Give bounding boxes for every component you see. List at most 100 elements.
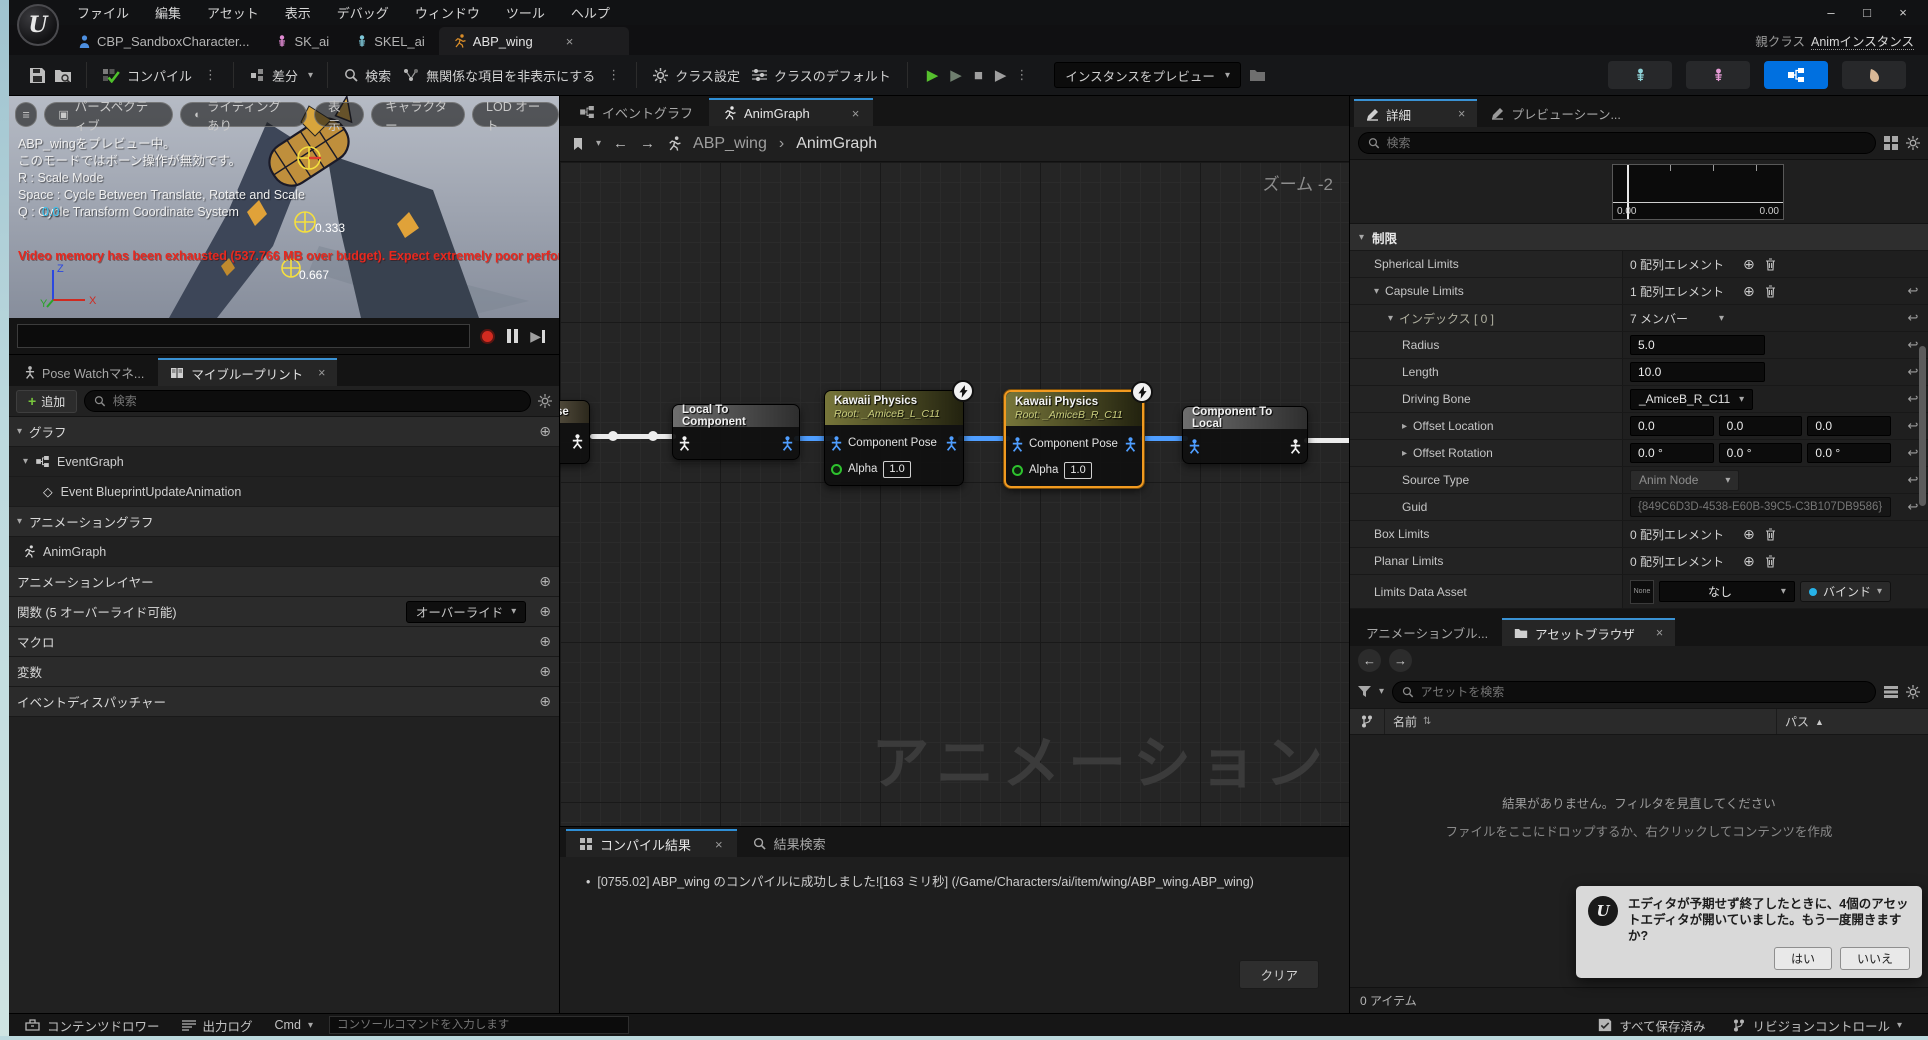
collapse-icon[interactable]: ▾ <box>23 456 28 467</box>
pose-pin-out-local[interactable] <box>1290 439 1301 454</box>
no-button[interactable]: いいえ <box>1840 947 1910 970</box>
collapse-icon[interactable]: ▾ <box>1359 232 1364 243</box>
close-tab-icon[interactable]: × <box>1458 107 1465 121</box>
chevron-down-icon[interactable]: ▾ <box>1719 313 1724 324</box>
add-element-icon[interactable]: ⊕ <box>1743 283 1755 300</box>
trash-icon[interactable] <box>1765 258 1776 271</box>
record-button[interactable] <box>480 329 495 344</box>
pose-pin-in-local[interactable] <box>679 436 690 451</box>
menu-help[interactable]: ヘルプ <box>559 0 622 25</box>
add-element-icon[interactable]: ⊕ <box>1743 256 1755 273</box>
compile-button[interactable]: コンパイル <box>101 62 194 89</box>
output-log-button[interactable]: 出力ログ <box>176 1016 259 1035</box>
offset-rotation-pitch[interactable] <box>1719 443 1803 463</box>
class-settings-button[interactable]: クラス設定 <box>651 62 742 89</box>
forward-button[interactable]: → <box>1389 649 1412 672</box>
expand-icon[interactable]: ▸ <box>1402 448 1407 459</box>
length-input[interactable] <box>1630 362 1765 382</box>
bookmark-caret-icon[interactable]: ▾ <box>596 138 601 149</box>
revert-icon[interactable]: ↩ <box>1898 283 1928 299</box>
tab-eventgraph[interactable]: イベントグラフ <box>566 98 707 126</box>
tab-abp-wing[interactable]: ABP_wing × <box>439 27 629 55</box>
pose-pin-in-component[interactable] <box>831 436 842 451</box>
my-blueprint-search[interactable] <box>84 390 531 412</box>
parent-class-link[interactable]: Animインスタンス <box>1811 35 1914 50</box>
tab-pose-watch-manager[interactable]: Pose Watchマネ... <box>13 358 156 386</box>
offset-location-y[interactable] <box>1719 416 1803 436</box>
offset-rotation-yaw[interactable] <box>1807 443 1891 463</box>
add-function-icon[interactable]: ⊕ <box>539 603 551 620</box>
pose-pin-out-component[interactable] <box>782 436 793 451</box>
browse-to-asset-icon[interactable] <box>54 68 72 83</box>
diff-caret-icon[interactable]: ▾ <box>308 70 313 81</box>
trash-icon[interactable] <box>1765 528 1776 541</box>
alpha-pin[interactable] <box>1012 465 1023 476</box>
tab-animgraph[interactable]: AnimGraph × <box>709 98 873 126</box>
limits-data-asset-dropdown[interactable]: なし ▾ <box>1659 581 1795 602</box>
node-local-to-component[interactable]: Local To Component <box>672 404 800 460</box>
pose-pin-in-component[interactable] <box>1189 439 1200 454</box>
step-forward-button[interactable]: ▶ <box>530 328 545 345</box>
forward-icon[interactable]: → <box>640 135 655 152</box>
minimize-button[interactable]: – <box>1814 5 1848 20</box>
clear-button[interactable]: クリア <box>1239 960 1319 989</box>
mesh-editor-button[interactable] <box>1686 61 1750 89</box>
browse-preview-icon[interactable] <box>1249 68 1266 82</box>
section-animation-graphs[interactable]: ▾ アニメーショングラフ <box>9 507 559 537</box>
bookmark-icon[interactable] <box>572 137 584 151</box>
node-kawaii-physics-right-selected[interactable]: Kawaii Physics Root: _AmiceB_R_C11 Compo… <box>1004 390 1144 488</box>
offset-location-x[interactable] <box>1630 416 1714 436</box>
preview-instance-dropdown[interactable]: インスタンスをプレビュー ▾ <box>1054 62 1241 88</box>
log-line[interactable]: [0755.02] ABP_wing のコンパイルに成功しました![163 ミリ… <box>597 875 1253 889</box>
clipped-node[interactable]: se <box>560 400 590 464</box>
viewport-menu-button[interactable]: ≡ <box>15 102 37 127</box>
back-button[interactable]: ← <box>1358 649 1381 672</box>
settings-gear-icon[interactable] <box>1906 136 1920 150</box>
collapse-icon[interactable]: ▾ <box>1388 313 1393 324</box>
driving-bone-dropdown[interactable]: _AmiceB_R_C11 ▾ <box>1630 389 1753 410</box>
close-tab-icon[interactable]: × <box>715 837 723 852</box>
asset-search[interactable] <box>1392 681 1876 703</box>
section-variables[interactable]: 変数 ⊕ <box>9 657 559 687</box>
collapse-icon[interactable]: ▾ <box>17 426 22 437</box>
details-search[interactable] <box>1358 132 1876 154</box>
list-item-event-update-animation[interactable]: ◇ Event BlueprintUpdateAnimation <box>9 477 559 507</box>
restore-assets-toast[interactable]: U エディタが予期せず終了したときに、4個のアセットエディタが開いていました。も… <box>1576 886 1922 978</box>
find-button[interactable]: 検索 <box>342 62 393 89</box>
menu-view[interactable]: 表示 <box>273 0 323 25</box>
close-tab-icon[interactable]: × <box>852 106 860 121</box>
override-dropdown[interactable]: オーバーライド ▾ <box>406 601 526 623</box>
class-defaults-button[interactable]: クラスのデフォルト <box>750 62 893 89</box>
back-icon[interactable]: ← <box>613 135 628 152</box>
add-macro-icon[interactable]: ⊕ <box>539 633 551 650</box>
skeleton-editor-button[interactable] <box>1608 61 1672 89</box>
add-graph-icon[interactable]: ⊕ <box>539 423 551 440</box>
column-path[interactable]: パス ▲ <box>1776 709 1928 734</box>
search-input[interactable] <box>113 394 521 408</box>
section-event-dispatchers[interactable]: イベントディスパッチャー ⊕ <box>9 687 559 717</box>
filter-gear-icon[interactable] <box>538 394 552 408</box>
tab-skel-ai[interactable]: SKEL_ai <box>343 27 439 55</box>
search-input[interactable] <box>1421 685 1866 699</box>
skip-button[interactable]: ▶ <box>990 66 1012 84</box>
close-button[interactable]: × <box>1886 5 1920 20</box>
revert-icon[interactable]: ↩ <box>1898 310 1928 326</box>
node-kawaii-physics-left[interactable]: Kawaii Physics Root: _AmiceB_L_C11 Compo… <box>824 390 964 486</box>
radius-input[interactable] <box>1630 335 1765 355</box>
console-input[interactable] <box>337 1019 621 1031</box>
section-limits[interactable]: ▾ 制限 <box>1350 224 1928 251</box>
stop-button[interactable]: ■ <box>969 67 988 84</box>
close-tab-icon[interactable]: × <box>566 34 574 49</box>
add-element-icon[interactable]: ⊕ <box>1743 553 1755 570</box>
character-dropdown[interactable]: キャラクター <box>371 102 465 127</box>
tab-my-blueprint[interactable]: マイブループリント × <box>158 358 337 386</box>
list-item-animgraph[interactable]: AnimGraph <box>9 537 559 567</box>
menu-file[interactable]: ファイル <box>65 0 141 25</box>
section-animation-layers[interactable]: アニメーションレイヤー ⊕ <box>9 567 559 597</box>
hide-unrelated-kebab[interactable]: ⋮ <box>605 67 622 83</box>
list-item-eventgraph[interactable]: ▾ EventGraph <box>9 447 559 477</box>
tab-details[interactable]: 詳細 × <box>1354 99 1477 127</box>
content-drawer-button[interactable]: コンテンツドロワー <box>19 1016 166 1035</box>
collapse-icon[interactable]: ▾ <box>17 516 22 527</box>
pose-pin-out-component[interactable] <box>946 436 957 451</box>
